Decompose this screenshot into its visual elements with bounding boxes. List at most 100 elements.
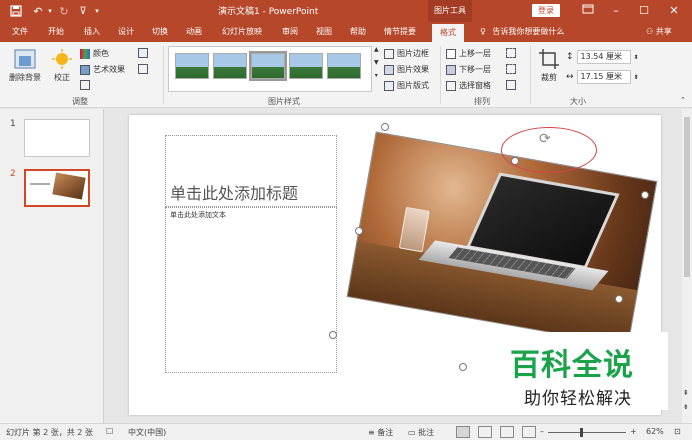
- slideshow-view-button[interactable]: [522, 426, 536, 438]
- corrections-button[interactable]: 校正: [48, 48, 76, 83]
- zoom-in-icon[interactable]: +: [630, 427, 637, 436]
- zoom-out-icon[interactable]: –: [540, 427, 544, 436]
- rotate-handle-icon[interactable]: ⟳: [539, 131, 551, 147]
- body-placeholder-text: 单击此处添加文本: [170, 211, 226, 219]
- title-placeholder-text: 单击此处添加标题: [170, 184, 299, 203]
- spellcheck-icon[interactable]: ☐: [106, 427, 113, 436]
- resize-handle[interactable]: [641, 191, 649, 199]
- height-input[interactable]: 13.54 厘米: [576, 50, 631, 64]
- remove-background-icon: [14, 49, 36, 69]
- comments-button[interactable]: ▭ 批注: [408, 427, 434, 438]
- width-icon: ↔: [566, 72, 574, 82]
- color-icon: [80, 48, 90, 59]
- redo-icon[interactable]: ↻: [56, 3, 72, 19]
- height-control: ↕ 13.54 厘米 ⬍: [566, 50, 639, 64]
- fit-slide-icon[interactable]: ⊡: [674, 427, 681, 436]
- group-button[interactable]: [506, 64, 516, 74]
- tab-transitions[interactable]: 切换: [152, 26, 168, 37]
- width-input[interactable]: 17.15 厘米: [576, 70, 631, 84]
- next-slide-icon[interactable]: ⇟: [683, 403, 689, 411]
- slide-sorter-view-button[interactable]: [478, 426, 492, 438]
- remove-background-button[interactable]: 删除背景: [6, 48, 44, 83]
- selection-pane-icon: [446, 80, 456, 91]
- color-button[interactable]: 颜色: [80, 48, 109, 59]
- collapse-ribbon-icon[interactable]: ⌃: [680, 96, 686, 104]
- customize-icon[interactable]: ⊽: [76, 3, 90, 19]
- tab-design[interactable]: 设计: [118, 26, 134, 37]
- language-indicator[interactable]: 中文(中国): [128, 427, 166, 438]
- zoom-slider-thumb[interactable]: [580, 428, 583, 437]
- close-icon[interactable]: ✕: [662, 2, 686, 20]
- resize-handle[interactable]: [329, 331, 337, 339]
- tab-file[interactable]: 文件: [12, 26, 28, 37]
- undo-dropdown-icon[interactable]: ▾: [46, 3, 54, 19]
- normal-view-button[interactable]: [456, 426, 470, 438]
- minimize-icon[interactable]: –: [604, 2, 628, 20]
- gallery-scroll-controls[interactable]: ▲ ▼ ▾: [374, 46, 379, 79]
- previous-slide-icon[interactable]: ⇞: [683, 389, 689, 397]
- picture-layout-button[interactable]: 图片版式: [384, 80, 429, 91]
- picture-style-thumb[interactable]: [213, 53, 247, 79]
- resize-handle[interactable]: [459, 363, 467, 371]
- tab-slideshow[interactable]: 幻灯片放映: [222, 26, 262, 37]
- save-icon[interactable]: [8, 3, 24, 19]
- bring-forward-button[interactable]: 上移一层: [446, 48, 491, 59]
- picture-style-thumb[interactable]: [327, 53, 361, 79]
- reset-picture-button[interactable]: [138, 64, 148, 74]
- compress-pictures-button[interactable]: [80, 80, 90, 90]
- scrollbar-thumb[interactable]: [684, 117, 690, 277]
- zoom-slider[interactable]: [548, 432, 626, 433]
- picture-effects-button[interactable]: 图片效果: [384, 64, 429, 75]
- picture-style-thumb[interactable]: [175, 53, 209, 79]
- tab-home[interactable]: 开始: [48, 26, 64, 37]
- laptop-photo[interactable]: [346, 131, 658, 347]
- notes-button[interactable]: ≡ 备注: [368, 427, 393, 438]
- tab-format[interactable]: 格式: [432, 24, 464, 42]
- thumbnail-title-line: [30, 183, 50, 185]
- slide-thumbnail-selected[interactable]: [24, 169, 90, 207]
- adjust-group-label: 调整: [72, 97, 88, 106]
- slide-thumbnail[interactable]: [24, 119, 90, 157]
- change-picture-button[interactable]: [138, 48, 148, 58]
- body-placeholder[interactable]: 单击此处添加文本: [165, 207, 337, 373]
- rotate-button[interactable]: [506, 80, 516, 90]
- group-divider: [440, 46, 441, 104]
- share-button[interactable]: ⚇ 共享: [646, 26, 672, 37]
- zoom-level[interactable]: 62%: [646, 427, 664, 436]
- title-placeholder[interactable]: 单击此处添加标题: [165, 135, 337, 207]
- resize-handle[interactable]: [381, 123, 389, 131]
- undo-icon[interactable]: ↶: [30, 3, 46, 19]
- width-spinner-icon[interactable]: ⬍: [634, 74, 639, 81]
- crop-button[interactable]: 裁剪: [536, 48, 562, 83]
- tab-storyboarding[interactable]: 情节提要: [384, 26, 416, 37]
- reset-picture-icon: [138, 64, 148, 74]
- resize-handle[interactable]: [615, 295, 623, 303]
- chevron-up-icon[interactable]: ▲: [374, 46, 379, 53]
- vertical-scrollbar[interactable]: ⇞ ⇟: [682, 109, 692, 423]
- reading-view-button[interactable]: [500, 426, 514, 438]
- resize-handle[interactable]: [355, 227, 363, 235]
- qat-more-icon[interactable]: ▾: [92, 3, 102, 19]
- group-divider: [163, 46, 164, 104]
- picture-style-thumb[interactable]: [249, 51, 287, 81]
- tell-me-search[interactable]: ♀ 告诉我你想要做什么: [480, 26, 564, 37]
- maximize-icon[interactable]: ☐: [632, 2, 656, 20]
- picture-styles-gallery: [168, 46, 372, 92]
- picture-border-button[interactable]: 图片边框: [384, 48, 429, 59]
- tab-help[interactable]: 帮助: [350, 26, 366, 37]
- artistic-effects-button[interactable]: 艺术效果: [80, 64, 125, 75]
- align-button[interactable]: [506, 48, 516, 58]
- gallery-more-icon[interactable]: ▾: [375, 72, 378, 79]
- size-group-label: 大小: [570, 97, 586, 106]
- height-spinner-icon[interactable]: ⬍: [634, 54, 639, 61]
- ribbon-display-icon[interactable]: [576, 2, 600, 20]
- selection-pane-button[interactable]: 选择窗格: [446, 80, 491, 91]
- send-backward-button[interactable]: 下移一层: [446, 64, 491, 75]
- login-button[interactable]: 登录: [532, 4, 560, 17]
- tab-view[interactable]: 视图: [316, 26, 332, 37]
- chevron-down-icon[interactable]: ▼: [374, 59, 379, 66]
- tab-insert[interactable]: 插入: [84, 26, 100, 37]
- tab-animations[interactable]: 动画: [186, 26, 202, 37]
- picture-style-thumb[interactable]: [289, 53, 323, 79]
- tab-review[interactable]: 审阅: [282, 26, 298, 37]
